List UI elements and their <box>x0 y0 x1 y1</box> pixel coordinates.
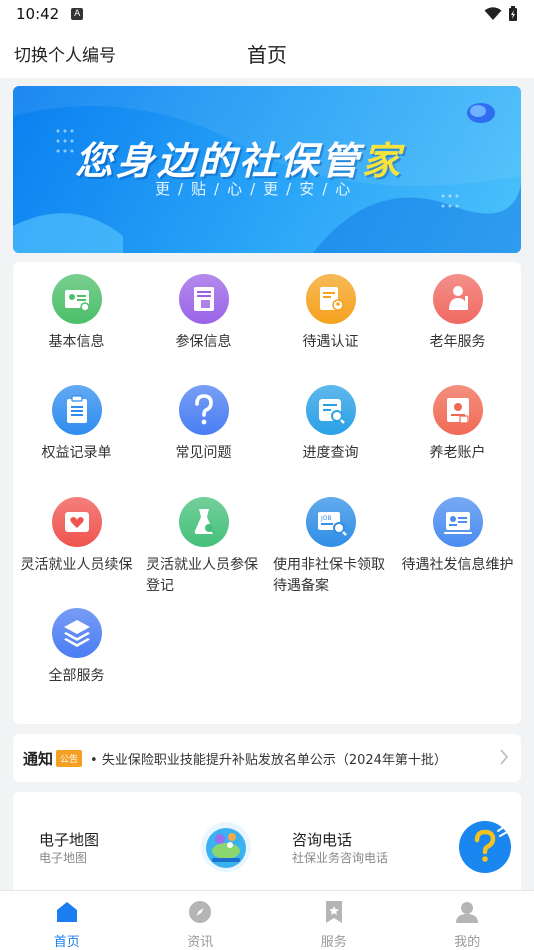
sim-icon: A <box>71 8 84 20</box>
service-item[interactable]: 进度查询 <box>267 385 394 464</box>
service-item[interactable]: 灵活就业人员参保登记 <box>140 497 267 597</box>
service-item[interactable]: 灵活就业人员续保 <box>13 497 140 576</box>
switch-personal-id-button[interactable]: 切换个人编号 <box>14 41 116 66</box>
banner[interactable]: 您身边的社保管家 更/贴/心/更/安/心 <box>13 86 521 253</box>
service-label: 待遇认证 <box>302 334 359 350</box>
progress-search-icon <box>305 385 356 435</box>
notice-title: 通知 <box>23 749 54 768</box>
banner-subtitle: 更/贴/心/更/安/心 <box>155 180 359 198</box>
account-icon <box>432 385 483 435</box>
service-label: 参保信息 <box>175 334 232 350</box>
service-item[interactable]: 常见问题 <box>140 385 267 464</box>
person-icon <box>455 900 479 928</box>
job-search-icon: JOB <box>305 497 356 547</box>
service-label: 权益记录单 <box>41 445 112 461</box>
status-time: 10:42 <box>16 5 60 23</box>
quick-link-subtitle: 电子地图 <box>39 851 88 865</box>
profile-card-icon <box>432 497 483 547</box>
service-label: 使用非社保卡领取待遇备案 <box>273 557 385 594</box>
service-item[interactable]: 养老账户 <box>394 385 521 464</box>
help-phone-icon <box>459 821 511 873</box>
quick-link-phone[interactable]: 咨询电话 社保业务咨询电话 <box>267 792 521 892</box>
notice-tag-badge: 公告 <box>56 749 83 767</box>
id-card-icon <box>51 274 102 324</box>
layers-icon <box>51 608 102 658</box>
quick-link-subtitle: 社保业务咨询电话 <box>292 851 389 865</box>
renew-heart-icon <box>51 497 102 547</box>
service-item[interactable]: 老年服务 <box>394 274 521 353</box>
service-label: 全部服务 <box>48 668 105 684</box>
wifi-icon <box>484 7 502 20</box>
tab-label: 我的 <box>454 935 481 950</box>
service-label: 养老账户 <box>429 445 486 461</box>
elder-icon <box>432 274 483 324</box>
notice-text: • 失业保险职业技能提升补贴发放名单公示（2024年第十批） <box>90 752 447 768</box>
service-label: 基本信息 <box>48 334 105 350</box>
quick-links-panel: 电子地图 电子地图 咨询电话 社保业务咨询电话 <box>13 792 521 892</box>
tab-news[interactable]: 资讯 <box>134 891 268 950</box>
quick-link-title: 电子地图 <box>39 831 100 849</box>
tab-label: 服务 <box>320 935 347 950</box>
banner-headline: 您身边的社保管家 <box>75 139 404 183</box>
service-item[interactable]: JOB 使用非社保卡领取待遇备案 <box>267 497 394 597</box>
question-icon <box>178 385 229 435</box>
certify-icon <box>305 274 356 324</box>
service-item[interactable]: 参保信息 <box>140 274 267 353</box>
service-label: 常见问题 <box>175 445 232 461</box>
service-item[interactable]: 待遇认证 <box>267 274 394 353</box>
svg-text:JOB: JOB <box>320 515 332 522</box>
map-icon <box>201 822 251 872</box>
service-label: 进度查询 <box>302 445 359 461</box>
service-item[interactable]: 全部服务 <box>13 608 140 687</box>
service-label: 老年服务 <box>429 334 486 350</box>
tab-label: 资讯 <box>187 935 214 950</box>
tab-home[interactable]: 首页 <box>0 891 134 950</box>
compass-icon <box>188 900 212 928</box>
insurance-doc-icon <box>178 274 229 324</box>
bookmark-star-icon <box>322 900 346 928</box>
bottom-tab-bar: 首页 资讯 服务 我的 <box>0 890 534 950</box>
service-label: 灵活就业人员参保登记 <box>146 557 258 594</box>
service-label: 待遇社发信息维护 <box>401 557 514 573</box>
battery-icon <box>509 6 517 21</box>
services-panel: 基本信息 参保信息 待遇认证 老年服务权益记录单 常见问题 进度查询 养老账户灵活就业人员续… <box>13 262 521 724</box>
home-icon <box>55 900 79 928</box>
quick-link-title: 咨询电话 <box>292 831 353 849</box>
service-item[interactable]: 基本信息 <box>13 274 140 353</box>
service-label: 灵活就业人员续保 <box>20 557 133 573</box>
service-item[interactable]: 权益记录单 <box>13 385 140 464</box>
register-icon <box>178 497 229 547</box>
tab-mine[interactable]: 我的 <box>401 891 534 950</box>
notice-bar[interactable]: 通知 公告 • 失业保险职业技能提升补贴发放名单公示（2024年第十批） <box>13 734 521 782</box>
top-navbar: 切换个人编号 首页 <box>0 28 534 78</box>
tab-services[interactable]: 服务 <box>267 891 401 950</box>
status-bar: 10:42 A <box>0 0 534 28</box>
chevron-right-icon <box>500 749 509 765</box>
tab-label: 首页 <box>53 935 80 950</box>
clipboard-icon <box>51 385 102 435</box>
quick-link-map[interactable]: 电子地图 电子地图 <box>13 792 267 892</box>
service-item[interactable]: 待遇社发信息维护 <box>394 497 521 576</box>
